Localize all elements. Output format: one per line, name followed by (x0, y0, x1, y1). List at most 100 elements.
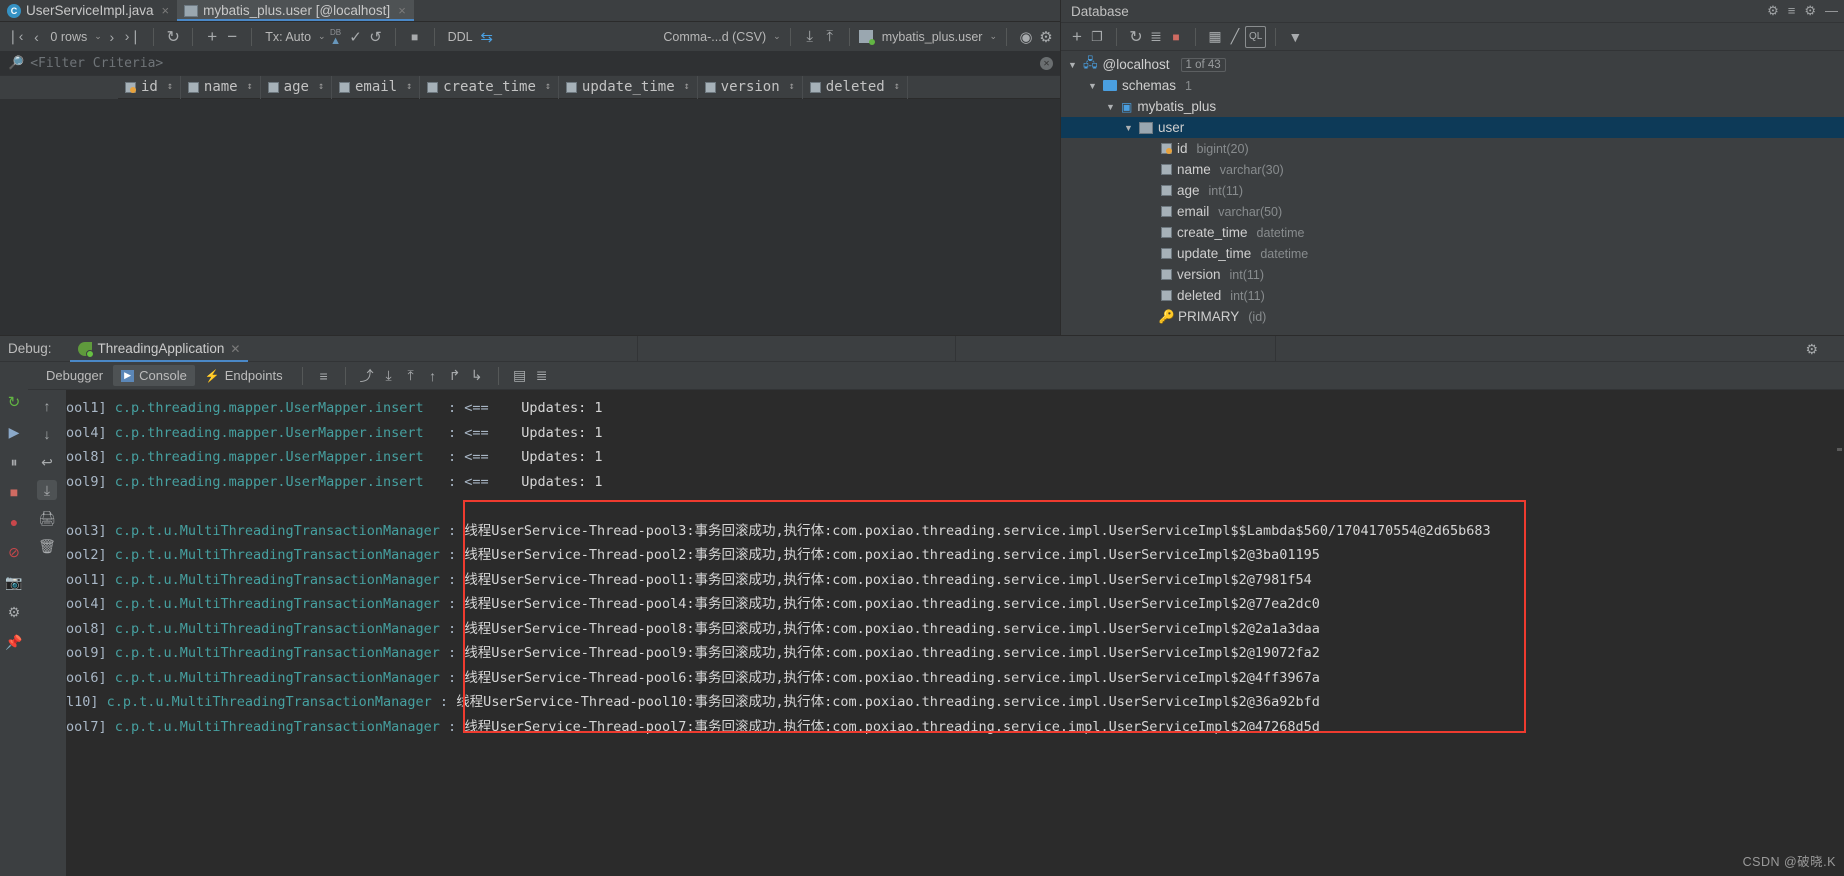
camera-icon[interactable]: 📷 (4, 572, 24, 592)
debug-tab-console[interactable]: ▶ Console (113, 365, 195, 386)
hide-icon[interactable]: ― (1825, 3, 1838, 19)
pause-icon[interactable]: ⏸ (4, 452, 24, 472)
sort-indicator-icon[interactable]: ↕ (894, 82, 900, 92)
tree-node-column-age[interactable]: age int(11) (1061, 180, 1844, 201)
tree-node-column-create-time[interactable]: create_time datetime (1061, 222, 1844, 243)
down-icon[interactable]: ↓ (37, 424, 57, 444)
grid-column-age[interactable]: age ↕ (261, 75, 332, 99)
sort-indicator-icon[interactable]: ↕ (545, 82, 551, 92)
scrollbar-thumb[interactable] (1837, 448, 1842, 451)
close-icon[interactable]: × (398, 3, 406, 18)
search-icon[interactable]: 🔎 (8, 56, 24, 71)
grid-column-email[interactable]: email ↕ (332, 75, 421, 99)
chevron-down-icon[interactable]: ▼ (1123, 123, 1134, 133)
tree-node-mybatis-plus[interactable]: ▼ ▣ mybatis_plus (1061, 96, 1844, 117)
filter-bar[interactable]: 🔎 <Filter Criteria> ✕ (0, 52, 1060, 76)
download-icon[interactable]: ⤓ (800, 26, 820, 48)
edit-icon[interactable]: ╱ (1225, 26, 1245, 48)
run-script-icon[interactable]: ≣ (1146, 26, 1166, 48)
evaluate-icon[interactable]: ▤ (510, 366, 530, 386)
tree-node-localhost[interactable]: ▼ 🖧 @localhost 1 of 43 (1061, 54, 1844, 75)
transaction-mode-label[interactable]: Tx: Auto (261, 30, 315, 44)
table-icon[interactable]: ▦ (1205, 26, 1225, 48)
sort-indicator-icon[interactable]: ↕ (318, 82, 324, 92)
view-breakpoints-icon[interactable]: ● (4, 512, 24, 532)
reload-icon[interactable]: ↻ (163, 26, 183, 48)
debug-run-config-tab[interactable]: ThreadingApplication ✕ (69, 336, 249, 362)
close-icon[interactable]: ✕ (1040, 57, 1053, 70)
layout-icon[interactable]: ≡ (314, 366, 334, 386)
add-icon[interactable]: + (1067, 26, 1087, 48)
grid-column-deleted[interactable]: deleted ↕ (803, 75, 908, 99)
sort-indicator-icon[interactable]: ↕ (406, 82, 412, 92)
mute-breakpoints-icon[interactable]: ⊘ (4, 542, 24, 562)
console-icon[interactable]: QL (1245, 25, 1267, 48)
copy-icon[interactable]: ❐ (1087, 26, 1107, 48)
last-page-icon[interactable]: ›❘ (122, 26, 144, 48)
stack-up-icon[interactable]: ⤴ (357, 366, 377, 386)
close-icon[interactable]: ✕ (230, 342, 240, 356)
refresh-icon[interactable]: ↻ (1126, 26, 1146, 48)
chevron-down-icon[interactable]: ⌄ (989, 31, 997, 42)
chevron-down-icon[interactable]: ⌄ (773, 31, 781, 42)
close-icon[interactable]: × (162, 3, 170, 18)
rollback-icon[interactable]: ↺ (366, 26, 386, 48)
chevron-down-icon[interactable]: ▼ (1067, 60, 1078, 70)
sort-indicator-icon[interactable]: ↕ (167, 82, 173, 92)
gear-icon[interactable]: ⚙ (1805, 341, 1818, 358)
force-step-icon[interactable]: ↳ (467, 366, 487, 386)
ddl-button[interactable]: DDL (444, 30, 477, 44)
stop-icon[interactable]: ■ (1166, 26, 1186, 48)
scroll-to-end-icon[interactable]: ⤓ (37, 480, 57, 500)
console-output[interactable]: ool1] c.p.threading.mapper.UserMapper.in… (66, 390, 1844, 876)
chevron-down-icon[interactable]: ▼ (1105, 102, 1116, 112)
tree-node-column-email[interactable]: email varchar(50) (1061, 201, 1844, 222)
rerun-icon[interactable]: ↻ (4, 392, 24, 412)
modify-table-icon[interactable]: ⇆ (477, 26, 497, 48)
schema-label[interactable]: mybatis_plus.user (878, 30, 987, 44)
trash-icon[interactable]: 🗑 (37, 536, 57, 556)
view-options-icon[interactable]: ◉ (1016, 26, 1036, 48)
grid-column-id[interactable]: id ↕ (118, 75, 181, 99)
settings-icon[interactable]: ⚙ (1036, 26, 1056, 48)
tree-node-schemas[interactable]: ▼ schemas 1 (1061, 75, 1844, 96)
first-page-icon[interactable]: ❘‹ (4, 26, 26, 48)
resume-icon[interactable]: ▶ (4, 422, 24, 442)
commit-icon[interactable]: ✓ (346, 26, 366, 48)
editor-tab-mybatis-plus-user[interactable]: mybatis_plus.user [@localhost] × (177, 0, 414, 21)
collapse-all-icon[interactable]: ≡ (1788, 3, 1796, 19)
row-count-label[interactable]: 0 rows (46, 30, 91, 44)
chevron-down-icon[interactable]: ⌄ (318, 31, 326, 42)
chevron-down-icon[interactable]: ⌄ (94, 31, 102, 42)
grid-column-create-time[interactable]: create_time ↕ (420, 75, 559, 99)
soft-wrap-icon[interactable]: ↩ (37, 452, 57, 472)
grid-column-update-time[interactable]: update_time ↕ (559, 75, 698, 99)
gear-icon[interactable]: ⚙ (1804, 3, 1816, 19)
submit-icon[interactable]: DB ▲ (326, 26, 346, 48)
step-out-icon[interactable]: ↑ (423, 366, 443, 386)
chevron-down-icon[interactable]: ▼ (1087, 81, 1098, 91)
debug-tab-debugger[interactable]: Debugger (38, 365, 111, 386)
tree-node-column-version[interactable]: version int(11) (1061, 264, 1844, 285)
grid-body-empty[interactable] (0, 99, 1060, 335)
delete-row-icon[interactable]: − (222, 26, 242, 48)
tree-node-column-id[interactable]: id bigint(20) (1061, 138, 1844, 159)
filter-criteria-input[interactable]: <Filter Criteria> (30, 56, 163, 71)
filter-icon[interactable]: ▼ (1285, 26, 1305, 48)
up-icon[interactable]: ↑ (37, 396, 57, 416)
debug-tab-endpoints[interactable]: ⚡ Endpoints (197, 365, 291, 386)
sort-indicator-icon[interactable]: ↕ (684, 82, 690, 92)
mute-icon[interactable]: ≣ (532, 366, 552, 386)
upload-icon[interactable]: ⤒ (820, 26, 840, 48)
settings-icon[interactable]: ⚙ (4, 602, 24, 622)
tree-node-primary-key[interactable]: 🔑 PRIMARY (id) (1061, 306, 1844, 327)
add-row-icon[interactable]: + (202, 26, 222, 48)
run-to-cursor-icon[interactable]: ↱ (445, 366, 465, 386)
export-format-label[interactable]: Comma-...d (CSV) (659, 30, 770, 44)
editor-tab-userserviceimpl[interactable]: C UserServiceImpl.java × (0, 0, 177, 21)
prev-page-icon[interactable]: ‹ (26, 26, 46, 48)
sort-indicator-icon[interactable]: ↕ (247, 82, 253, 92)
stop-icon[interactable]: ■ (4, 482, 24, 502)
tree-node-column-name[interactable]: name varchar(30) (1061, 159, 1844, 180)
tree-node-column-update-time[interactable]: update_time datetime (1061, 243, 1844, 264)
